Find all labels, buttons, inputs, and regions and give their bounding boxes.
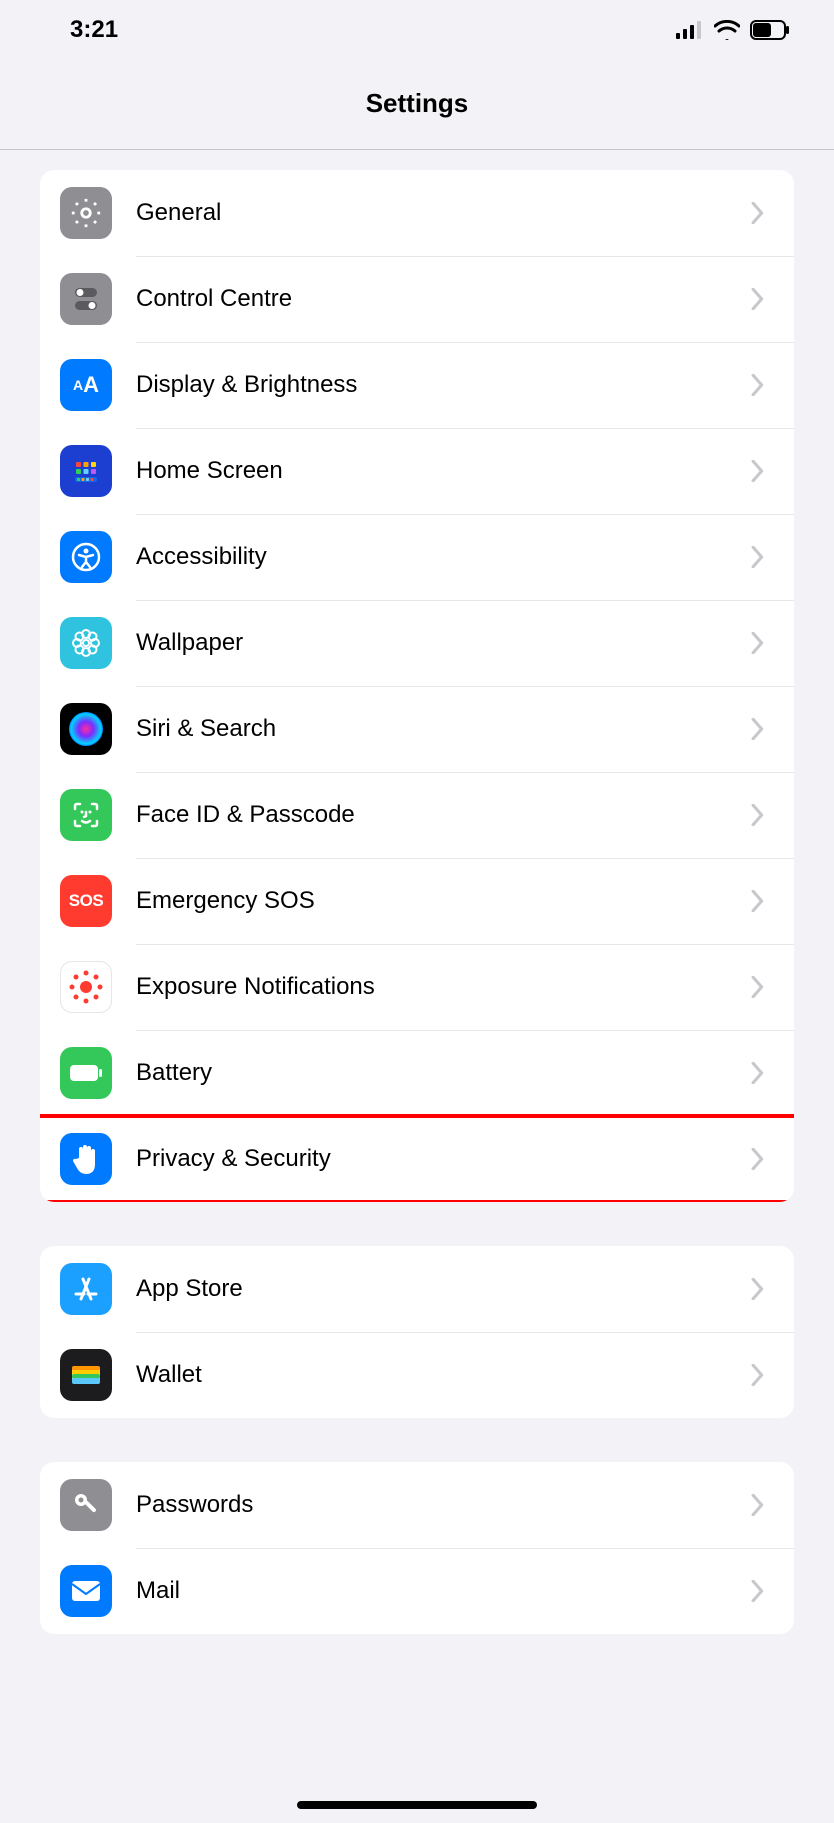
battery-icon: [750, 20, 790, 40]
settings-group-store: App Store Wallet: [40, 1246, 794, 1418]
chevron-right-icon: [744, 460, 772, 482]
row-label: Battery: [136, 1059, 744, 1087]
chevron-right-icon: [744, 1364, 772, 1386]
chevron-right-icon: [744, 1494, 772, 1516]
chevron-right-icon: [744, 202, 772, 224]
page-title: Settings: [0, 60, 834, 150]
row-label: Passwords: [136, 1491, 744, 1519]
row-controlcentre[interactable]: Control Centre: [40, 256, 794, 342]
siri-icon: [60, 703, 112, 755]
row-label: Emergency SOS: [136, 887, 744, 915]
row-privacy[interactable]: Privacy & Security: [40, 1116, 794, 1202]
flower-icon: [60, 617, 112, 669]
chevron-right-icon: [744, 1580, 772, 1602]
row-faceid[interactable]: Face ID & Passcode: [40, 772, 794, 858]
home-indicator[interactable]: [297, 1801, 537, 1809]
toggles-icon: [60, 273, 112, 325]
chevron-right-icon: [744, 1148, 772, 1170]
row-label: General: [136, 199, 744, 227]
hand-icon: [60, 1133, 112, 1185]
accessibility-icon: [60, 531, 112, 583]
row-label: App Store: [136, 1275, 744, 1303]
row-sos[interactable]: SOS Emergency SOS: [40, 858, 794, 944]
chevron-right-icon: [744, 632, 772, 654]
exposure-icon: [60, 961, 112, 1013]
wallet-icon: [60, 1349, 112, 1401]
chevron-right-icon: [744, 288, 772, 310]
row-appstore[interactable]: App Store: [40, 1246, 794, 1332]
row-accessibility[interactable]: Accessibility: [40, 514, 794, 600]
row-display[interactable]: AA Display & Brightness: [40, 342, 794, 428]
settings-group-system: General Control Centre AA Display & Brig…: [40, 170, 794, 1202]
row-wallet[interactable]: Wallet: [40, 1332, 794, 1418]
row-label: Exposure Notifications: [136, 973, 744, 1001]
cellular-icon: [676, 21, 704, 39]
row-label: Display & Brightness: [136, 371, 744, 399]
row-label: Accessibility: [136, 543, 744, 571]
row-label: Home Screen: [136, 457, 744, 485]
chevron-right-icon: [744, 546, 772, 568]
chevron-right-icon: [744, 1062, 772, 1084]
row-label: Privacy & Security: [136, 1145, 744, 1173]
gear-icon: [60, 187, 112, 239]
row-passwords[interactable]: Passwords: [40, 1462, 794, 1548]
row-mail[interactable]: Mail: [40, 1548, 794, 1634]
key-icon: [60, 1479, 112, 1531]
appstore-icon: [60, 1263, 112, 1315]
row-siri[interactable]: Siri & Search: [40, 686, 794, 772]
battery-icon: [60, 1047, 112, 1099]
faceid-icon: [60, 789, 112, 841]
chevron-right-icon: [744, 1278, 772, 1300]
row-exposure[interactable]: Exposure Notifications: [40, 944, 794, 1030]
row-label: Siri & Search: [136, 715, 744, 743]
row-label: Face ID & Passcode: [136, 801, 744, 829]
row-label: Mail: [136, 1577, 744, 1605]
status-bar: 3:21: [0, 0, 834, 60]
chevron-right-icon: [744, 890, 772, 912]
chevron-right-icon: [744, 718, 772, 740]
appgrid-icon: [60, 445, 112, 497]
textsize-icon: AA: [60, 359, 112, 411]
row-label: Wallet: [136, 1361, 744, 1389]
chevron-right-icon: [744, 804, 772, 826]
row-homescreen[interactable]: Home Screen: [40, 428, 794, 514]
status-indicators: [676, 20, 790, 40]
row-battery[interactable]: Battery: [40, 1030, 794, 1116]
status-time: 3:21: [70, 16, 118, 44]
settings-group-accounts: Passwords Mail: [40, 1462, 794, 1634]
mail-icon: [60, 1565, 112, 1617]
sos-icon: SOS: [60, 875, 112, 927]
row-label: Control Centre: [136, 285, 744, 313]
row-general[interactable]: General: [40, 170, 794, 256]
wifi-icon: [714, 20, 740, 40]
chevron-right-icon: [744, 374, 772, 396]
row-label: Wallpaper: [136, 629, 744, 657]
chevron-right-icon: [744, 976, 772, 998]
row-wallpaper[interactable]: Wallpaper: [40, 600, 794, 686]
